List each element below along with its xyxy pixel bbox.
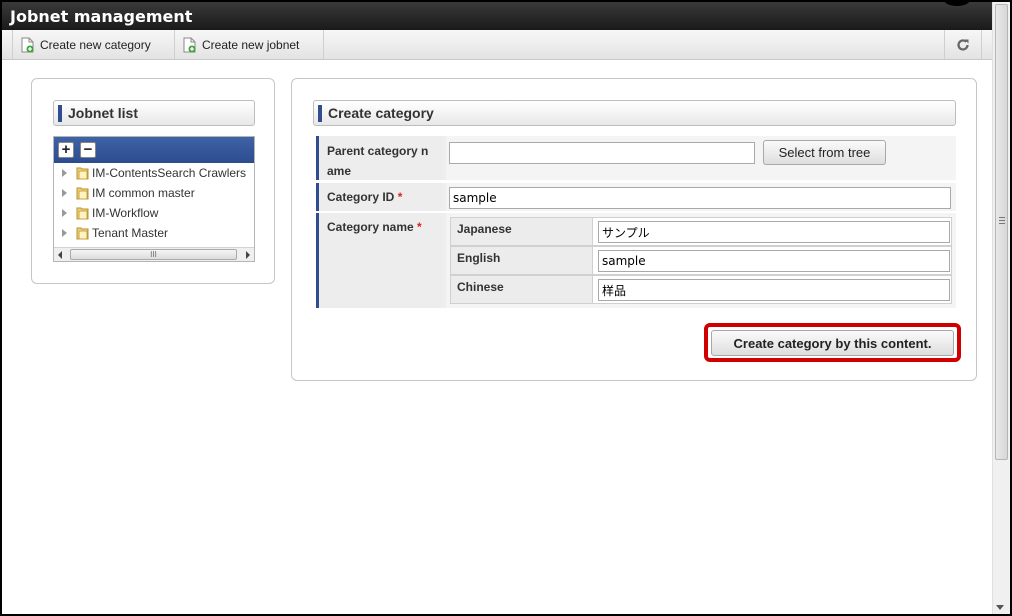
scroll-right-arrow-icon[interactable] — [246, 251, 250, 259]
tree-item-label: IM common master — [92, 186, 195, 200]
category-name-row: Category name * Japanese English — [316, 213, 956, 308]
scroll-down-arrow-icon[interactable] — [996, 605, 1004, 610]
language-label: Chinese — [451, 276, 593, 303]
expand-arrow-icon[interactable] — [62, 209, 67, 217]
new-document-icon — [21, 37, 34, 52]
folder-icon — [76, 207, 89, 220]
parent-category-label-line1: Parent category n — [327, 144, 429, 158]
select-from-tree-button[interactable]: Select from tree — [763, 140, 886, 165]
create-new-category-label: Create new category — [40, 37, 151, 52]
parent-category-row: Parent category n ame Select from tree — [316, 136, 956, 180]
tree-item[interactable]: IM common master — [62, 183, 195, 203]
jobnet-tree: + − IM-ContentsSearch Crawlers IM common… — [53, 136, 255, 262]
collapse-all-button[interactable]: − — [80, 142, 96, 158]
scrollbar-thumb[interactable] — [995, 4, 1008, 460]
folder-icon — [76, 167, 89, 180]
category-name-label: Category name * — [316, 213, 442, 308]
tree-item[interactable]: IM-ContentsSearch Crawlers — [62, 163, 246, 183]
tree-toolbar: + − — [54, 137, 254, 163]
expand-all-button[interactable]: + — [58, 142, 74, 158]
tree-item[interactable]: IM-Workflow — [62, 203, 158, 223]
japanese-name-input[interactable] — [598, 221, 950, 243]
jobnet-list-header: Jobnet list — [53, 100, 255, 126]
jobnet-list-title: Jobnet list — [68, 105, 139, 121]
category-name-field: Japanese English Chinese — [446, 213, 956, 308]
language-label: English — [451, 247, 593, 274]
parent-category-label-line2: ame — [327, 164, 352, 178]
parent-category-label: Parent category n ame — [316, 136, 442, 180]
language-row-chinese: Chinese — [450, 275, 952, 304]
parent-category-input[interactable] — [449, 142, 755, 164]
category-id-row: Category ID * — [316, 183, 956, 211]
expand-arrow-icon[interactable] — [62, 229, 67, 237]
language-row-japanese: Japanese — [450, 217, 952, 246]
toolbar: Create new category Create new jobnet — [2, 30, 992, 60]
create-category-header: Create category — [313, 100, 956, 126]
title-bar-ornament — [944, 2, 970, 6]
vertical-scrollbar[interactable] — [992, 2, 1010, 614]
scrollbar-grip-icon — [999, 217, 1005, 226]
horizontal-scrollbar[interactable]: III — [54, 247, 254, 261]
language-label: Japanese — [451, 218, 593, 245]
english-name-input[interactable] — [598, 250, 950, 272]
create-new-jobnet-button[interactable]: Create new jobnet — [175, 30, 324, 59]
refresh-button[interactable] — [944, 30, 982, 59]
category-name-label-text: Category name — [327, 220, 414, 234]
category-id-field — [446, 183, 956, 211]
tree-item-label: IM-ContentsSearch Crawlers — [92, 166, 247, 180]
create-new-category-button[interactable]: Create new category — [12, 30, 175, 59]
tree-item-label: IM-Workflow — [92, 206, 159, 220]
required-mark: * — [397, 190, 403, 204]
tree-item-label: Tenant Master — [92, 226, 169, 240]
tree-item[interactable]: Tenant Master — [62, 223, 168, 243]
category-id-input[interactable] — [449, 187, 951, 209]
category-id-label-text: Category ID — [327, 190, 395, 204]
title-bar: Jobnet management — [2, 2, 1010, 30]
parent-category-field: Select from tree — [446, 136, 956, 180]
create-new-jobnet-label: Create new jobnet — [202, 37, 300, 52]
refresh-icon — [957, 38, 969, 51]
required-mark: * — [417, 220, 422, 234]
app-window: Jobnet management Create new category Cr… — [0, 0, 1012, 616]
create-category-panel: Create category Parent category n ame Se… — [291, 78, 977, 381]
language-row-english: English — [450, 246, 952, 275]
window-title: Jobnet management — [10, 7, 193, 26]
jobnet-list-panel: Jobnet list + − IM-ContentsSearch Crawle… — [31, 78, 275, 284]
folder-icon — [76, 187, 89, 200]
new-document-icon — [183, 37, 196, 52]
create-category-submit-button[interactable]: Create category by this content. — [711, 330, 954, 356]
chinese-name-input[interactable] — [598, 279, 950, 301]
tree-items: IM-ContentsSearch Crawlers IM common mas… — [54, 163, 254, 247]
horizontal-scrollbar-thumb[interactable]: III — [70, 249, 237, 260]
scroll-left-arrow-icon[interactable] — [58, 251, 62, 259]
expand-arrow-icon[interactable] — [62, 169, 67, 177]
create-category-title: Create category — [328, 105, 434, 121]
folder-icon — [76, 227, 89, 240]
category-id-label: Category ID * — [316, 183, 442, 211]
expand-arrow-icon[interactable] — [62, 189, 67, 197]
